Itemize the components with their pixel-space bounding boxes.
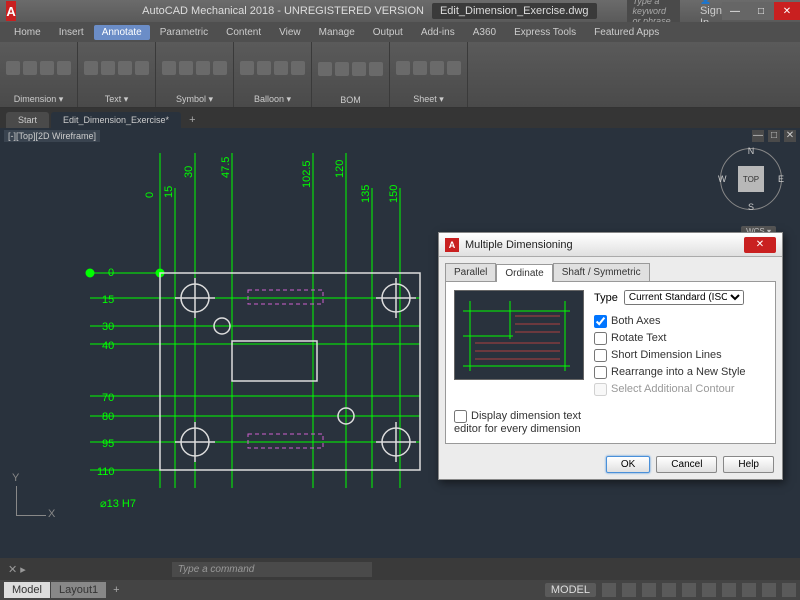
model-space-toggle[interactable]: MODEL bbox=[545, 583, 596, 597]
document-tab[interactable]: Edit_Dimension_Exercise* bbox=[51, 112, 181, 128]
layout-tab-layout1[interactable]: Layout1 bbox=[51, 582, 106, 598]
rearrange-checkbox[interactable]: Rearrange into a New Style bbox=[594, 366, 767, 379]
select-contour-checkbox: Select Additional Contour bbox=[594, 383, 767, 396]
ribbon-panel[interactable]: Text ▾ bbox=[78, 42, 156, 107]
document-tabs: StartEdit_Dimension_Exercise*+ bbox=[0, 108, 800, 128]
compass-s[interactable]: S bbox=[748, 202, 754, 212]
status-bar: Model Layout1 + MODEL bbox=[0, 580, 800, 600]
display-editor-checkbox[interactable]: Display dimension text editor for every … bbox=[454, 410, 581, 435]
dialog-logo-icon: A bbox=[445, 238, 459, 252]
status-icon[interactable] bbox=[722, 583, 736, 597]
ribbon-panel[interactable]: Sheet ▾ bbox=[390, 42, 468, 107]
app-logo[interactable]: A bbox=[6, 1, 16, 21]
menu-insert[interactable]: Insert bbox=[51, 25, 92, 40]
svg-text:110: 110 bbox=[97, 466, 115, 478]
both-axes-checkbox[interactable]: Both Axes bbox=[594, 315, 767, 328]
status-icon[interactable] bbox=[702, 583, 716, 597]
rotate-text-checkbox[interactable]: Rotate Text bbox=[594, 332, 767, 345]
app-title: AutoCAD Mechanical 2018 - UNREGISTERED V… bbox=[142, 5, 424, 17]
diameter-note: ⌀13 H7 bbox=[100, 497, 136, 510]
svg-text:102.5: 102.5 bbox=[301, 160, 313, 188]
viewport-restore-icon[interactable]: □ bbox=[768, 130, 780, 142]
menu-home[interactable]: Home bbox=[6, 25, 49, 40]
viewport-close-icon[interactable]: ✕ bbox=[784, 130, 796, 142]
maximize-button[interactable]: □ bbox=[748, 2, 774, 20]
dialog-tab-shaft-symmetric[interactable]: Shaft / Symmetric bbox=[553, 263, 650, 281]
menu-content[interactable]: Content bbox=[218, 25, 269, 40]
document-tab[interactable]: Start bbox=[6, 112, 49, 128]
ucs-icon: X Y bbox=[16, 476, 56, 516]
status-icon[interactable] bbox=[602, 583, 616, 597]
menu-parametric[interactable]: Parametric bbox=[152, 25, 216, 40]
svg-text:135: 135 bbox=[360, 185, 372, 203]
svg-text:15: 15 bbox=[163, 186, 175, 198]
ribbon-panel[interactable]: Symbol ▾ bbox=[156, 42, 234, 107]
svg-text:30: 30 bbox=[183, 166, 195, 178]
dialog-close-button[interactable]: ✕ bbox=[744, 237, 776, 253]
type-label: Type bbox=[594, 292, 618, 304]
help-button[interactable]: Help bbox=[723, 456, 774, 473]
title-bar: A AutoCAD Mechanical 2018 - UNREGISTERED… bbox=[0, 0, 800, 22]
ribbon-panel[interactable]: Dimension ▾ bbox=[0, 42, 78, 107]
svg-text:40: 40 bbox=[102, 340, 114, 352]
dialog-title: Multiple Dimensioning bbox=[465, 239, 573, 251]
menu-annotate[interactable]: Annotate bbox=[94, 25, 150, 40]
drawing-svg: 0 15 30 47.5 102.5 120 135 150 015 3040 … bbox=[0, 128, 440, 558]
compass-e[interactable]: E bbox=[778, 174, 784, 184]
dimension-preview bbox=[454, 290, 584, 380]
svg-text:120: 120 bbox=[334, 160, 346, 178]
menu-manage[interactable]: Manage bbox=[311, 25, 363, 40]
view-cube[interactable]: TOP N S E W bbox=[720, 148, 782, 210]
type-select[interactable]: Current Standard (ISO) bbox=[624, 290, 744, 305]
viewcube-face[interactable]: TOP bbox=[738, 166, 764, 192]
ribbon: Dimension ▾Text ▾Symbol ▾Balloon ▾BOMShe… bbox=[0, 42, 800, 108]
svg-text:80: 80 bbox=[102, 411, 114, 423]
menu-bar: HomeInsertAnnotateParametricContentViewM… bbox=[0, 22, 800, 42]
menu-a360[interactable]: A360 bbox=[465, 25, 504, 40]
short-dim-checkbox[interactable]: Short Dimension Lines bbox=[594, 349, 767, 362]
document-name: Edit_Dimension_Exercise.dwg bbox=[432, 3, 597, 19]
status-icon[interactable] bbox=[782, 583, 796, 597]
svg-text:0: 0 bbox=[108, 267, 114, 279]
layout-tab-model[interactable]: Model bbox=[4, 582, 50, 598]
svg-text:150: 150 bbox=[388, 185, 400, 203]
svg-text:47.5: 47.5 bbox=[220, 157, 232, 178]
menu-featured-apps[interactable]: Featured Apps bbox=[586, 25, 667, 40]
status-icon[interactable] bbox=[622, 583, 636, 597]
viewport-minimize-icon[interactable]: — bbox=[752, 130, 764, 142]
ribbon-panel[interactable]: Balloon ▾ bbox=[234, 42, 312, 107]
svg-text:0: 0 bbox=[144, 192, 156, 198]
add-layout-button[interactable]: + bbox=[107, 582, 125, 598]
ribbon-panel[interactable]: BOM bbox=[312, 42, 390, 107]
svg-text:95: 95 bbox=[102, 438, 114, 450]
svg-text:70: 70 bbox=[102, 392, 114, 404]
dialog-titlebar[interactable]: A Multiple Dimensioning ✕ bbox=[439, 233, 782, 257]
svg-text:15: 15 bbox=[102, 294, 114, 306]
ok-button[interactable]: OK bbox=[606, 456, 650, 473]
menu-add-ins[interactable]: Add-ins bbox=[413, 25, 463, 40]
compass-w[interactable]: W bbox=[718, 174, 727, 184]
status-icon[interactable] bbox=[742, 583, 756, 597]
menu-output[interactable]: Output bbox=[365, 25, 411, 40]
cancel-button[interactable]: Cancel bbox=[656, 456, 717, 473]
status-icon[interactable] bbox=[682, 583, 696, 597]
svg-text:30: 30 bbox=[102, 321, 114, 333]
dialog-tab-parallel[interactable]: Parallel bbox=[445, 263, 496, 281]
minimize-button[interactable]: — bbox=[722, 2, 748, 20]
status-icon[interactable] bbox=[662, 583, 676, 597]
dialog-tab-ordinate[interactable]: Ordinate bbox=[496, 264, 552, 282]
menu-express-tools[interactable]: Express Tools bbox=[506, 25, 584, 40]
status-icon[interactable] bbox=[762, 583, 776, 597]
new-tab-button[interactable]: + bbox=[183, 112, 201, 128]
command-input[interactable]: Type a command bbox=[172, 562, 372, 577]
status-icon[interactable] bbox=[642, 583, 656, 597]
command-bar: ✕ ▸ Type a command bbox=[0, 558, 800, 580]
multiple-dimensioning-dialog: A Multiple Dimensioning ✕ ParallelOrdina… bbox=[438, 232, 783, 480]
compass-n[interactable]: N bbox=[748, 146, 755, 156]
menu-view[interactable]: View bbox=[271, 25, 309, 40]
close-button[interactable]: ✕ bbox=[774, 2, 800, 20]
